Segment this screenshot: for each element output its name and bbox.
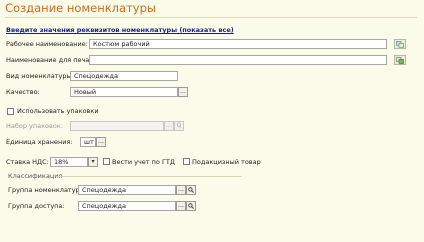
copy-green-icon bbox=[396, 56, 404, 64]
quality-label: Качество: bbox=[6, 88, 40, 96]
translate-icon-button[interactable] bbox=[394, 39, 406, 49]
quality-select-button[interactable]: ... bbox=[178, 87, 188, 97]
magnifier-icon bbox=[188, 203, 194, 209]
excise-label: Подакцизный товар bbox=[192, 158, 261, 166]
access-group-select-button[interactable]: ... bbox=[176, 201, 186, 211]
title-divider bbox=[5, 17, 417, 18]
vat-input[interactable]: 18% bbox=[50, 157, 88, 167]
kind-label: Вид номенклатуры: bbox=[6, 72, 74, 80]
classification-section-label: Классификация bbox=[8, 172, 63, 180]
use-packages-label: Использовать упаковки bbox=[17, 107, 99, 115]
nom-group-label: Группа номенклатуры: bbox=[8, 186, 88, 194]
unit-label: Единица хранения: bbox=[6, 138, 73, 146]
kind-input[interactable]: Спецодежда bbox=[70, 71, 178, 81]
access-group-input[interactable]: Спецодежда bbox=[78, 201, 176, 211]
nom-group-input[interactable]: Спецодежда bbox=[78, 185, 176, 195]
package-set-label: Набор упаковок: bbox=[6, 122, 63, 130]
excise-checkbox[interactable] bbox=[183, 158, 190, 165]
gtd-label: Вести учет по ГТД bbox=[112, 158, 175, 166]
nom-group-open-button[interactable] bbox=[186, 185, 196, 195]
show-all-attributes-link[interactable]: Введите значения реквизитов номенклатуры… bbox=[6, 26, 234, 34]
fill-print-name-button[interactable] bbox=[394, 55, 406, 65]
classification-divider bbox=[56, 176, 242, 177]
use-packages-checkbox[interactable] bbox=[7, 108, 14, 115]
vat-label: Ставка НДС: bbox=[6, 158, 49, 166]
package-set-input bbox=[70, 121, 164, 131]
nom-group-select-button[interactable]: ... bbox=[176, 185, 186, 195]
vat-dropdown-button[interactable]: ▾ bbox=[88, 157, 98, 167]
unit-input[interactable]: шт bbox=[80, 137, 96, 147]
magnifier-icon bbox=[188, 187, 194, 193]
unit-select-button[interactable]: ... bbox=[96, 137, 106, 147]
access-group-label: Группа доступа: bbox=[8, 202, 65, 210]
quality-input[interactable]: Новый bbox=[70, 87, 178, 97]
print-name-label: Наименование для печати: bbox=[6, 56, 100, 64]
print-name-input[interactable] bbox=[89, 55, 387, 65]
package-set-open-button: Q bbox=[174, 121, 184, 131]
package-set-select-button: ... bbox=[164, 121, 174, 131]
copy-icon bbox=[396, 40, 404, 48]
work-name-label: Рабочее наименование: bbox=[6, 40, 88, 48]
work-name-input[interactable]: Костюм рабочий bbox=[89, 39, 387, 49]
page-title: Создание номенклатуры bbox=[5, 1, 156, 15]
gtd-checkbox[interactable] bbox=[103, 158, 110, 165]
access-group-open-button[interactable] bbox=[186, 201, 196, 211]
